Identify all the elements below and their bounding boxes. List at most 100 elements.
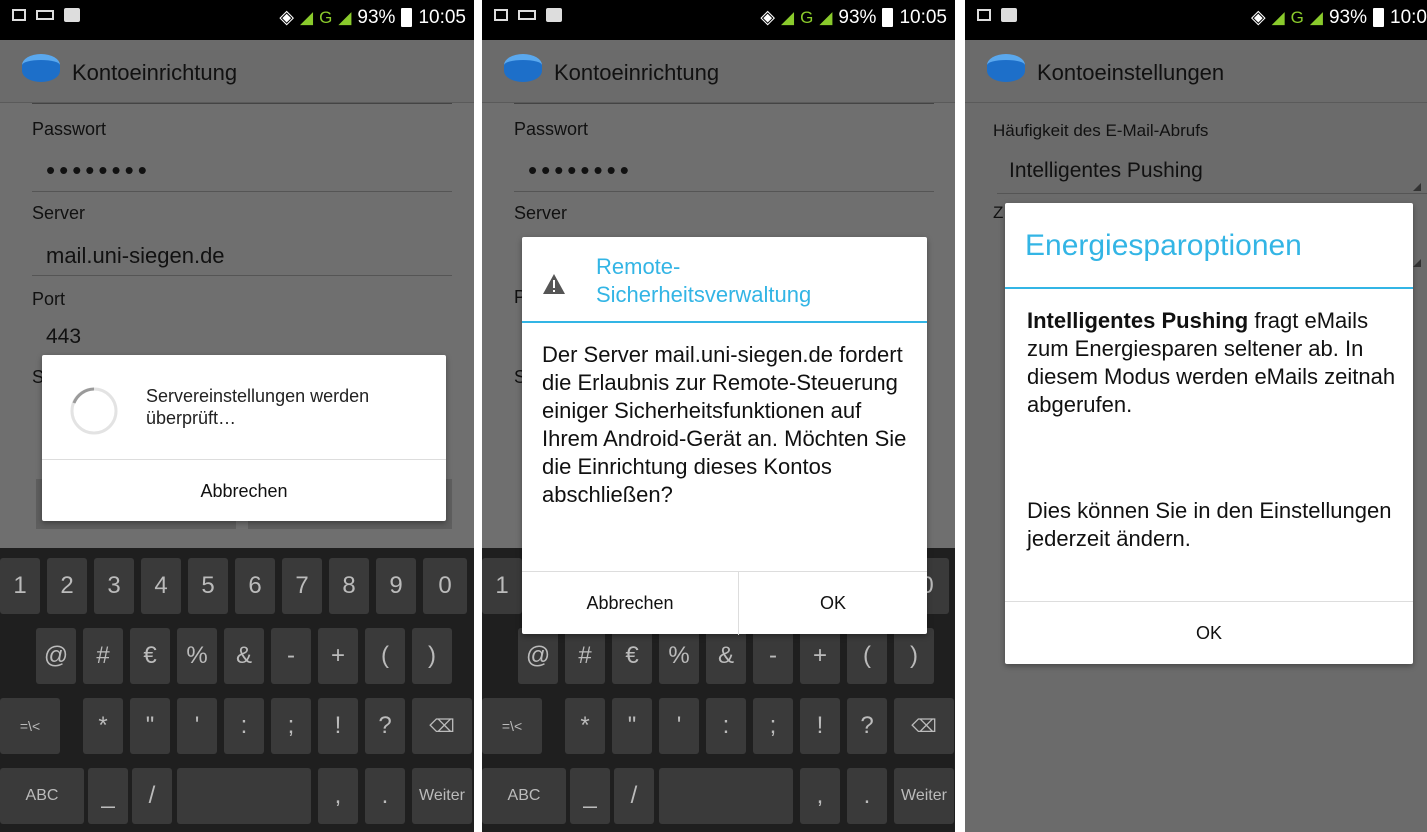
divider <box>514 103 934 104</box>
key[interactable]: 7 <box>282 558 322 614</box>
port-label: Port <box>32 289 66 309</box>
key[interactable]: " <box>612 698 652 754</box>
key[interactable]: ' <box>177 698 217 754</box>
key[interactable]: ! <box>318 698 358 754</box>
title-divider <box>522 321 927 323</box>
key[interactable]: € <box>612 628 652 684</box>
key[interactable]: 8 <box>329 558 369 614</box>
key[interactable]: : <box>224 698 264 754</box>
spinner-icon <box>70 387 118 435</box>
spinner-arrow-icon <box>1413 183 1421 191</box>
warning-icon <box>543 274 565 294</box>
key[interactable]: _ <box>88 768 128 824</box>
battery-icon <box>882 8 894 27</box>
server-label: Server <box>514 203 568 223</box>
port-field[interactable]: 443 <box>46 325 81 349</box>
key[interactable]: ; <box>753 698 793 754</box>
key[interactable]: , <box>800 768 840 824</box>
symbols-key[interactable]: =\< <box>0 698 60 754</box>
action-bar: Kontoeinstellungen <box>965 40 1427 103</box>
next-key[interactable]: Weiter <box>412 768 472 824</box>
wifi-icon: ◈ <box>279 7 295 28</box>
title-divider <box>1005 287 1413 289</box>
password-label: Passwort <box>514 119 589 139</box>
email-app-icon <box>987 54 1025 82</box>
key[interactable]: ! <box>800 698 840 754</box>
key[interactable]: ? <box>365 698 405 754</box>
cancel-button[interactable]: Abbrechen <box>522 571 739 635</box>
key[interactable]: ( <box>847 628 887 684</box>
key[interactable]: # <box>83 628 123 684</box>
key[interactable]: 1 <box>482 558 522 614</box>
key[interactable]: & <box>224 628 264 684</box>
key[interactable]: @ <box>518 628 558 684</box>
key[interactable]: 5 <box>188 558 228 614</box>
key[interactable]: . <box>847 768 887 824</box>
key[interactable]: ( <box>365 628 405 684</box>
key[interactable]: - <box>271 628 311 684</box>
server-field[interactable]: mail.uni-siegen.de <box>46 243 225 269</box>
key[interactable]: * <box>565 698 605 754</box>
divider <box>997 193 1427 194</box>
key[interactable]: € <box>130 628 170 684</box>
key[interactable]: ? <box>847 698 887 754</box>
abc-key[interactable]: ABC <box>0 768 84 824</box>
key[interactable]: 0 <box>423 558 467 614</box>
battery-percent: 93% <box>357 6 396 28</box>
status-bar: ◈ ◢ G ◢ 93% 10:05 <box>0 0 474 40</box>
wifi-icon: ◈ <box>760 7 776 28</box>
key[interactable]: @ <box>36 628 76 684</box>
key[interactable]: ; <box>271 698 311 754</box>
key[interactable]: / <box>132 768 172 824</box>
next-key[interactable]: Weiter <box>894 768 954 824</box>
password-field[interactable]: •••••••• <box>528 155 633 186</box>
keyboard-icon <box>36 10 54 20</box>
key[interactable]: 9 <box>376 558 416 614</box>
space-key[interactable] <box>177 768 311 824</box>
dialog-title-line2: Sicherheitsverwaltung <box>596 282 812 307</box>
key[interactable]: - <box>753 628 793 684</box>
key[interactable]: : <box>706 698 746 754</box>
key[interactable]: " <box>130 698 170 754</box>
key[interactable]: _ <box>570 768 610 824</box>
password-field[interactable]: •••••••• <box>46 155 151 186</box>
space-key[interactable] <box>659 768 793 824</box>
key[interactable]: 2 <box>47 558 87 614</box>
key[interactable]: 6 <box>235 558 275 614</box>
key[interactable]: * <box>83 698 123 754</box>
action-bar: Kontoeinrichtung <box>0 40 474 103</box>
dialog-title: Remote- Sicherheitsverwaltung <box>596 253 811 309</box>
keyboard: 1 2 3 4 5 6 7 8 9 0 @ # € % & - + ( ) =\… <box>0 548 474 832</box>
key[interactable]: + <box>318 628 358 684</box>
key[interactable]: / <box>614 768 654 824</box>
key[interactable]: # <box>565 628 605 684</box>
status-bar: ◈ ◢ G ◢ 93% 10:05 <box>482 0 955 40</box>
key[interactable]: 3 <box>94 558 134 614</box>
key[interactable]: , <box>318 768 358 824</box>
cancel-button[interactable]: Abbrechen <box>42 459 446 522</box>
sync-frequency-spinner[interactable]: Intelligentes Pushing <box>1009 159 1203 183</box>
dialog-message: Intelligentes Pushing fragt eMails zum E… <box>1027 307 1399 419</box>
signal-icon: ◢ <box>781 7 795 27</box>
ok-button[interactable]: OK <box>739 571 927 635</box>
key[interactable]: 1 <box>0 558 40 614</box>
key[interactable]: . <box>365 768 405 824</box>
abc-key[interactable]: ABC <box>482 768 566 824</box>
symbols-key[interactable]: =\< <box>482 698 542 754</box>
key[interactable]: & <box>706 628 746 684</box>
backspace-icon[interactable]: ⌫ <box>894 698 954 754</box>
server-label: Server <box>32 203 86 223</box>
ok-button[interactable]: OK <box>1005 601 1413 665</box>
key[interactable]: % <box>659 628 699 684</box>
screen-account-setup-checking: ◈ ◢ G ◢ 93% 10:05 Kontoeinrichtung Passw… <box>0 0 474 832</box>
backspace-icon[interactable]: ⌫ <box>412 698 472 754</box>
network-type: G <box>319 7 333 27</box>
key[interactable]: + <box>800 628 840 684</box>
signal-icon: ◢ <box>300 7 314 27</box>
key[interactable]: ) <box>412 628 452 684</box>
key[interactable]: % <box>177 628 217 684</box>
key[interactable]: 4 <box>141 558 181 614</box>
key[interactable]: ' <box>659 698 699 754</box>
clock: 10:0 <box>1390 6 1427 28</box>
key[interactable]: ) <box>894 628 934 684</box>
